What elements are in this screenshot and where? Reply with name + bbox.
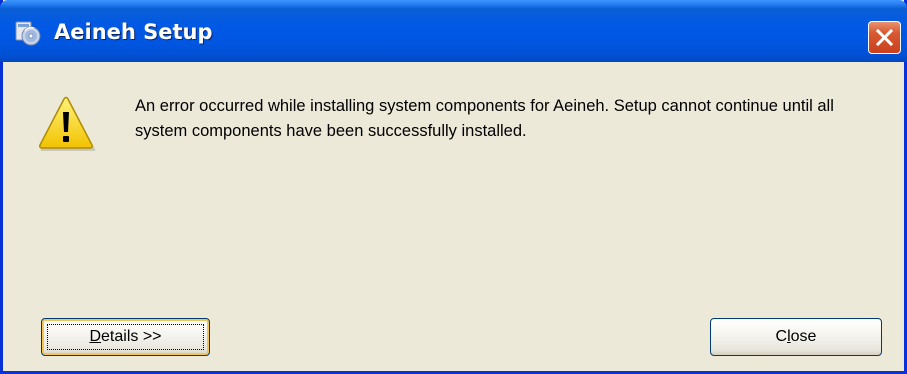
- close-label-rest: ose: [790, 328, 817, 345]
- details-button[interactable]: Details >>: [41, 318, 210, 356]
- details-mnemonic: D: [89, 328, 102, 345]
- window-title: Aeineh Setup: [54, 20, 213, 44]
- setup-dialog: Aeineh Setup An error occurred while ins…: [0, 0, 907, 374]
- close-x-icon: [875, 28, 894, 47]
- title-bar[interactable]: Aeineh Setup: [0, 0, 907, 62]
- error-message: An error occurred while installing syste…: [135, 97, 834, 140]
- close-label-first: C: [775, 328, 788, 345]
- close-button[interactable]: Close: [710, 318, 882, 356]
- close-window-button[interactable]: [868, 21, 901, 54]
- details-label-rest: etails >>: [101, 328, 162, 345]
- setup-disc-icon: [14, 19, 42, 47]
- warning-icon: [36, 96, 96, 152]
